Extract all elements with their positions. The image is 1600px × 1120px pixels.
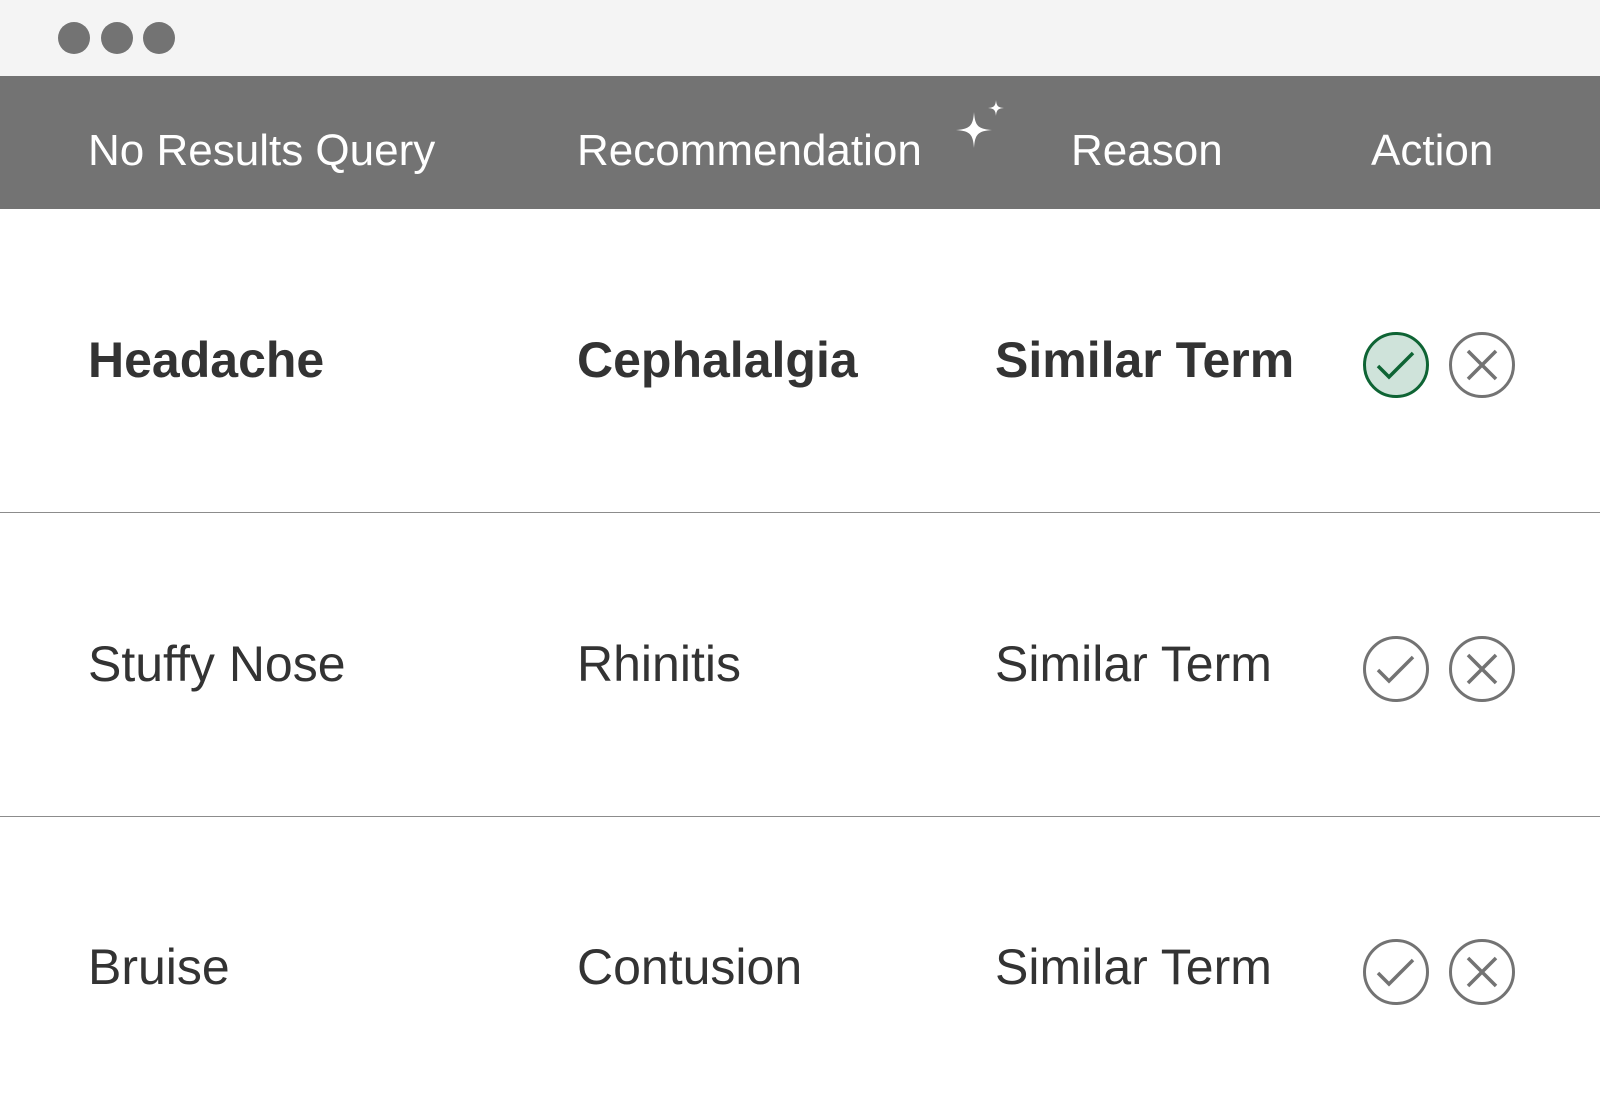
column-header-action: Action xyxy=(1371,126,1494,175)
check-circle-icon xyxy=(1363,939,1429,1005)
reason-cell: Similar Term xyxy=(995,332,1295,388)
x-circle-icon xyxy=(1449,636,1515,702)
reject-button[interactable] xyxy=(1448,938,1516,1006)
table-row: Bruise Contusion Similar Term xyxy=(0,816,1600,1119)
table-header: No Results Query Recommendation Reason A… xyxy=(0,76,1600,209)
check-circle-icon xyxy=(1363,636,1429,702)
reason-cell: Similar Term xyxy=(995,939,1272,995)
column-header-query: No Results Query xyxy=(88,126,436,175)
column-header-recommendation: Recommendation xyxy=(577,126,922,175)
accept-button[interactable] xyxy=(1362,938,1430,1006)
recommendation-cell: Cephalalgia xyxy=(577,332,858,388)
check-circle-icon xyxy=(1363,332,1429,398)
query-cell: Bruise xyxy=(88,939,230,995)
reject-button[interactable] xyxy=(1448,635,1516,703)
x-circle-icon xyxy=(1449,332,1515,398)
query-cell: Stuffy Nose xyxy=(88,636,346,692)
recommendation-cell: Rhinitis xyxy=(577,636,741,692)
sparkle-icon xyxy=(956,100,1004,148)
query-cell: Headache xyxy=(88,332,325,388)
accept-button[interactable] xyxy=(1362,331,1430,399)
reason-cell: Similar Term xyxy=(995,636,1272,692)
window-control-dot[interactable] xyxy=(58,22,90,54)
window-titlebar xyxy=(0,0,1600,76)
table-row: Headache Cephalalgia Similar Term xyxy=(0,209,1600,513)
recommendation-cell: Contusion xyxy=(577,939,803,995)
reject-button[interactable] xyxy=(1448,331,1516,399)
accept-button[interactable] xyxy=(1362,635,1430,703)
column-header-reason: Reason xyxy=(1071,126,1223,175)
window-control-dot[interactable] xyxy=(143,22,175,54)
table-row: Stuffy Nose Rhinitis Similar Term xyxy=(0,513,1600,817)
x-circle-icon xyxy=(1449,939,1515,1005)
window-control-dot[interactable] xyxy=(101,22,133,54)
